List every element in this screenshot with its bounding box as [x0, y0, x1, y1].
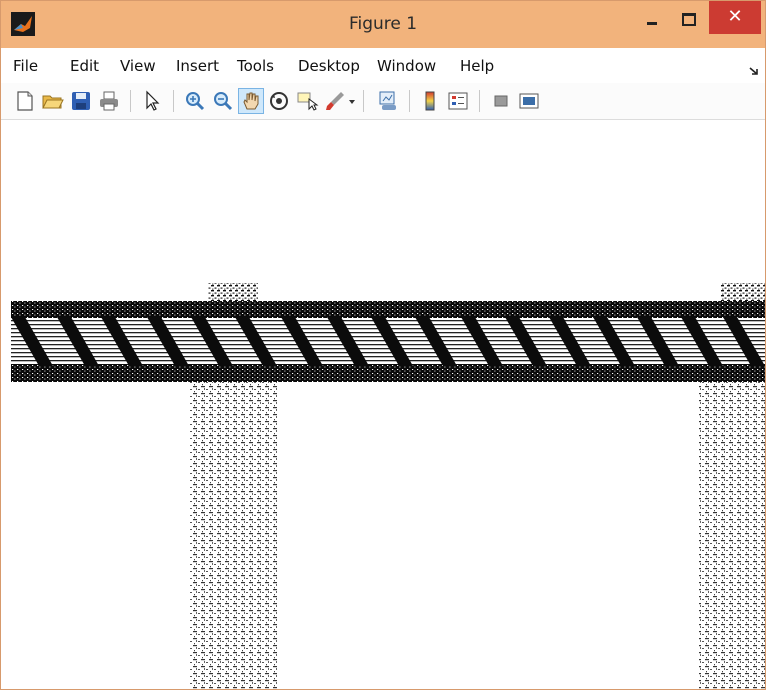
- dock-figure-icon[interactable]: [749, 61, 759, 75]
- toolbar-separator: [409, 90, 410, 112]
- insert-legend-icon[interactable]: [446, 89, 470, 113]
- edit-plot-icon[interactable]: [140, 89, 164, 113]
- menu-bar: File Edit View Insert Tools Desktop Wind…: [1, 48, 765, 84]
- figure-canvas[interactable]: [1, 120, 765, 689]
- brush-dropdown-icon[interactable]: [347, 89, 357, 113]
- zoom-in-icon[interactable]: [183, 89, 207, 113]
- pan-icon[interactable]: [238, 88, 264, 114]
- binary-bridge-image: [11, 283, 765, 689]
- zoom-out-icon[interactable]: [211, 89, 235, 113]
- hide-plot-tools-icon[interactable]: [489, 89, 513, 113]
- menu-tools[interactable]: Tools: [237, 57, 274, 75]
- menu-view[interactable]: View: [120, 57, 156, 75]
- toolbar-separator: [130, 90, 131, 112]
- rotate-3d-icon[interactable]: [267, 89, 291, 113]
- figure-toolbar: [1, 83, 765, 120]
- insert-colorbar-icon[interactable]: [418, 89, 442, 113]
- menu-file[interactable]: File: [13, 57, 38, 75]
- menu-desktop[interactable]: Desktop: [298, 57, 360, 75]
- menu-insert[interactable]: Insert: [176, 57, 219, 75]
- toolbar-separator: [173, 90, 174, 112]
- link-plot-icon[interactable]: [376, 89, 400, 113]
- data-cursor-icon[interactable]: [295, 89, 319, 113]
- menu-window[interactable]: Window: [377, 57, 436, 75]
- toolbar-separator: [479, 90, 480, 112]
- minimize-button[interactable]: [638, 3, 666, 33]
- maximize-button[interactable]: [674, 3, 702, 33]
- menu-help[interactable]: Help: [460, 57, 494, 75]
- brush-icon[interactable]: [323, 89, 347, 113]
- new-figure-icon[interactable]: [13, 89, 37, 113]
- close-button[interactable]: ✕: [709, 1, 761, 34]
- title-bar[interactable]: Figure 1 ✕: [1, 1, 765, 48]
- close-icon: ✕: [727, 6, 743, 27]
- toolbar-separator: [363, 90, 364, 112]
- show-plot-tools-icon[interactable]: [517, 89, 541, 113]
- print-icon[interactable]: [97, 89, 121, 113]
- save-icon[interactable]: [69, 89, 93, 113]
- open-file-icon[interactable]: [41, 89, 65, 113]
- menu-edit[interactable]: Edit: [70, 57, 99, 75]
- figure-window: Figure 1 ✕ File Edit View Insert Tools D…: [0, 0, 766, 690]
